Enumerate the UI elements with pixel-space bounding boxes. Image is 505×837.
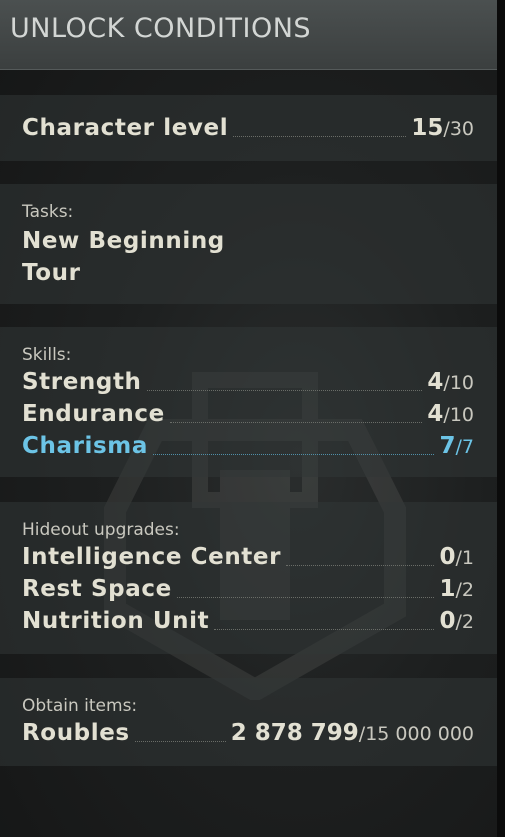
skill-max: 10 xyxy=(449,404,474,426)
hideout-section: Hideout upgrades: Intelligence Center 0 … xyxy=(0,502,497,654)
panel-header: UNLOCK CONDITIONS xyxy=(0,0,497,70)
hideout-row-rest-space: Rest Space 1 / 2 xyxy=(22,576,474,608)
task-item: New Beginning xyxy=(22,228,225,254)
character-level-max: 30 xyxy=(449,118,474,140)
hideout-max: 1 xyxy=(461,547,474,569)
dotted-leader xyxy=(286,565,435,566)
skill-name: Endurance xyxy=(22,401,165,427)
skill-name: Strength xyxy=(22,369,142,395)
dotted-leader xyxy=(146,390,423,391)
tasks-section: Tasks: New Beginning Tour xyxy=(0,184,497,304)
skill-max: 7 xyxy=(461,436,474,458)
hideout-name: Rest Space xyxy=(22,576,172,602)
hideout-name: Nutrition Unit xyxy=(22,608,210,634)
skills-label: Skills: xyxy=(22,345,72,365)
window-edge xyxy=(497,0,505,837)
skill-row-charisma: Charisma 7 / 7 xyxy=(22,433,474,465)
character-level-label: Character level xyxy=(22,115,229,141)
skill-row-endurance: Endurance 4 / 10 xyxy=(22,401,474,433)
skill-name: Charisma xyxy=(22,433,148,459)
dotted-leader xyxy=(169,422,423,423)
skill-current: 4 xyxy=(427,401,444,427)
hideout-row-nutrition-unit: Nutrition Unit 0 / 2 xyxy=(22,608,474,640)
character-level-section: Character level 15 / 30 xyxy=(0,95,497,161)
hideout-current: 0 xyxy=(439,544,456,570)
dotted-leader xyxy=(152,454,435,455)
skill-row-strength: Strength 4 / 10 xyxy=(22,369,474,401)
hideout-row-intelligence-center: Intelligence Center 0 / 1 xyxy=(22,544,474,576)
hideout-max: 2 xyxy=(461,611,474,633)
dotted-leader xyxy=(134,741,226,742)
character-level-row: Character level 15 / 30 xyxy=(22,115,474,147)
unlock-conditions-panel: UNLOCK CONDITIONS Character level 15 / 3… xyxy=(0,0,497,837)
task-item: Tour xyxy=(22,260,81,286)
obtain-items-label: Obtain items: xyxy=(22,696,138,716)
skill-current: 7 xyxy=(439,433,456,459)
item-current: 2 878 799 xyxy=(230,720,359,746)
item-max: 15 000 000 xyxy=(365,723,474,745)
character-level-current: 15 xyxy=(411,115,444,141)
hideout-label: Hideout upgrades: xyxy=(22,520,180,540)
skill-current: 4 xyxy=(427,369,444,395)
hideout-name: Intelligence Center xyxy=(22,544,282,570)
hideout-current: 0 xyxy=(439,608,456,634)
skills-section: Skills: Strength 4 / 10 Endurance 4 / 10… xyxy=(0,327,497,477)
skill-max: 10 xyxy=(449,372,474,394)
obtain-row-roubles: Roubles 2 878 799 / 15 000 000 xyxy=(22,720,474,752)
panel-title: UNLOCK CONDITIONS xyxy=(10,13,312,44)
item-name: Roubles xyxy=(22,720,130,746)
hideout-current: 1 xyxy=(439,576,456,602)
dotted-leader xyxy=(176,597,435,598)
tasks-label: Tasks: xyxy=(22,202,74,222)
dotted-leader xyxy=(233,136,407,137)
obtain-items-section: Obtain items: Roubles 2 878 799 / 15 000… xyxy=(0,678,497,766)
hideout-max: 2 xyxy=(461,579,474,601)
dotted-leader xyxy=(214,629,435,630)
